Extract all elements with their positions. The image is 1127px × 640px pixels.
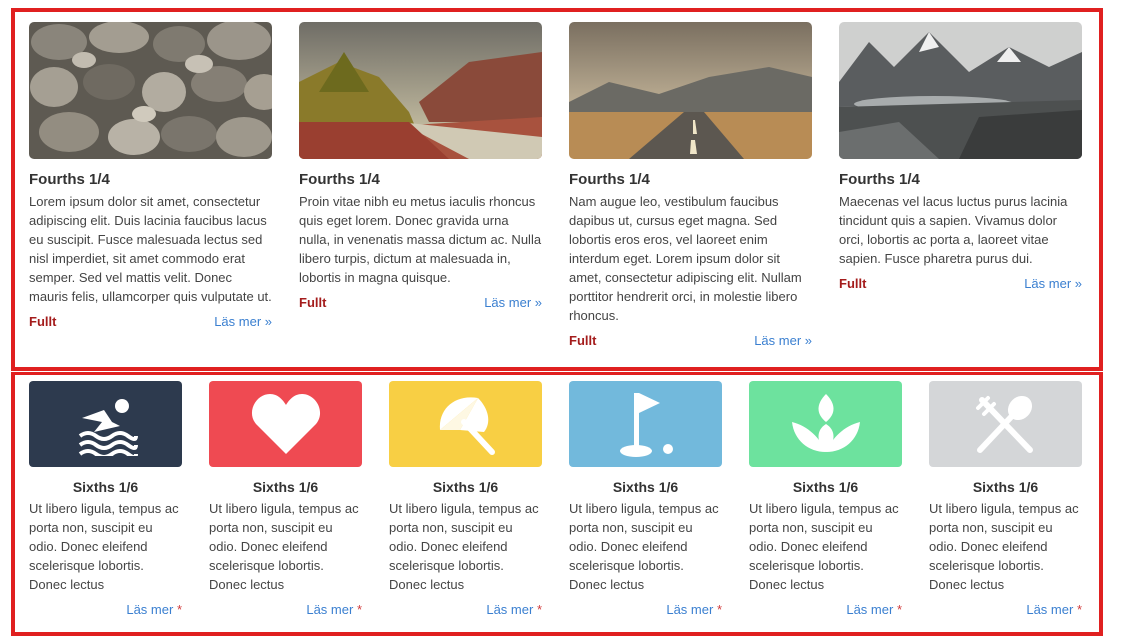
rocks-image[interactable] [29,22,272,159]
card-text: Ut libero ligula, tempus ac porta non, s… [29,501,179,592]
golf-flag-icon [619,393,673,457]
heart-icon-box[interactable] [209,381,362,467]
asterisk-mark: * [356,602,362,617]
fourths-card-2: Fourths 1/4 Proin vitae nibh eu metus ia… [299,22,542,315]
card-text: Nam augue leo, vestibulum faucibus dapib… [569,194,802,323]
asterisk-mark: * [1076,602,1082,617]
card-title: Sixths 1/6 [792,479,859,495]
card-title: Sixths 1/6 [432,479,499,495]
asterisk-mark: * [176,602,182,617]
asterisk-mark: * [716,602,722,617]
card-title: Fourths 1/4 [29,171,110,188]
card-title: Fourths 1/4 [839,171,920,188]
card-text: Ut libero ligula, tempus ac porta non, s… [569,501,719,592]
swimming-icon-box[interactable] [29,381,182,467]
fourths-section: Fourths 1/4 Lorem ipsum dolor sit amet, … [11,8,1103,371]
fourths-card-1: Fourths 1/4 Lorem ipsum dolor sit amet, … [29,22,272,334]
card-title: Fourths 1/4 [299,171,380,188]
card-text: Ut libero ligula, tempus ac porta non, s… [389,501,539,592]
read-more-link[interactable]: Läs mer » [484,295,542,310]
read-more-link[interactable]: Läs mer [666,602,713,617]
lotus-icon-box[interactable] [749,381,902,467]
fork-spoon-icon-box[interactable] [929,381,1082,467]
mountain-image[interactable] [839,22,1082,159]
read-more-link[interactable]: Läs mer [486,602,533,617]
read-more-link[interactable]: Läs mer [1026,602,1073,617]
read-more-link[interactable]: Läs mer » [754,333,812,348]
read-more-link[interactable]: Läs mer [306,602,353,617]
umbrella-icon [439,397,495,455]
sixths-card-4: Sixths 1/6 Ut libero ligula, tempus ac p… [569,381,722,617]
sixths-card-1: Sixths 1/6 Ut libero ligula, tempus ac p… [29,381,182,617]
fullt-label: Fullt [29,314,57,329]
card-text: Proin vitae nibh eu metus iaculis rhoncu… [299,194,542,285]
golf-flag-icon-box[interactable] [569,381,722,467]
card-title: Sixths 1/6 [972,479,1039,495]
sixths-section: Sixths 1/6 Ut libero ligula, tempus ac p… [11,372,1103,636]
fullt-label: Fullt [299,295,327,310]
card-title: Sixths 1/6 [72,479,139,495]
read-more-link[interactable]: Läs mer [126,602,173,617]
umbrella-icon-box[interactable] [389,381,542,467]
read-more-link[interactable]: Läs mer » [214,314,272,329]
card-text: Ut libero ligula, tempus ac porta non, s… [209,501,359,592]
card-text: Lorem ipsum dolor sit amet, consectetur … [29,194,272,304]
sixths-card-5: Sixths 1/6 Ut libero ligula, tempus ac p… [749,381,902,617]
heart-icon [251,394,320,454]
card-text: Maecenas vel lacus luctus purus lacinia … [839,194,1068,266]
fourths-card-4: Fourths 1/4 Maecenas vel lacus luctus pu… [839,22,1082,296]
card-title: Sixths 1/6 [612,479,679,495]
read-more-link[interactable]: Läs mer » [1024,276,1082,291]
sixths-card-3: Sixths 1/6 Ut libero ligula, tempus ac p… [389,381,542,617]
read-more-link[interactable]: Läs mer [846,602,893,617]
sixths-card-2: Sixths 1/6 Ut libero ligula, tempus ac p… [209,381,362,617]
asterisk-mark: * [896,602,902,617]
sixths-card-6: Sixths 1/6 Ut libero ligula, tempus ac p… [929,381,1082,617]
fourths-card-3: Fourths 1/4 Nam augue leo, vestibulum fa… [569,22,812,353]
card-title: Sixths 1/6 [252,479,319,495]
autumn-path-image[interactable] [299,22,542,159]
card-text: Ut libero ligula, tempus ac porta non, s… [929,501,1079,592]
card-text: Ut libero ligula, tempus ac porta non, s… [749,501,899,592]
swimming-icon [78,399,138,456]
asterisk-mark: * [536,602,542,617]
card-title: Fourths 1/4 [569,171,650,188]
lotus-icon [791,394,860,452]
fork-spoon-icon [975,395,1033,453]
fullt-label: Fullt [569,333,597,348]
fullt-label: Fullt [839,276,867,291]
road-image[interactable] [569,22,812,159]
